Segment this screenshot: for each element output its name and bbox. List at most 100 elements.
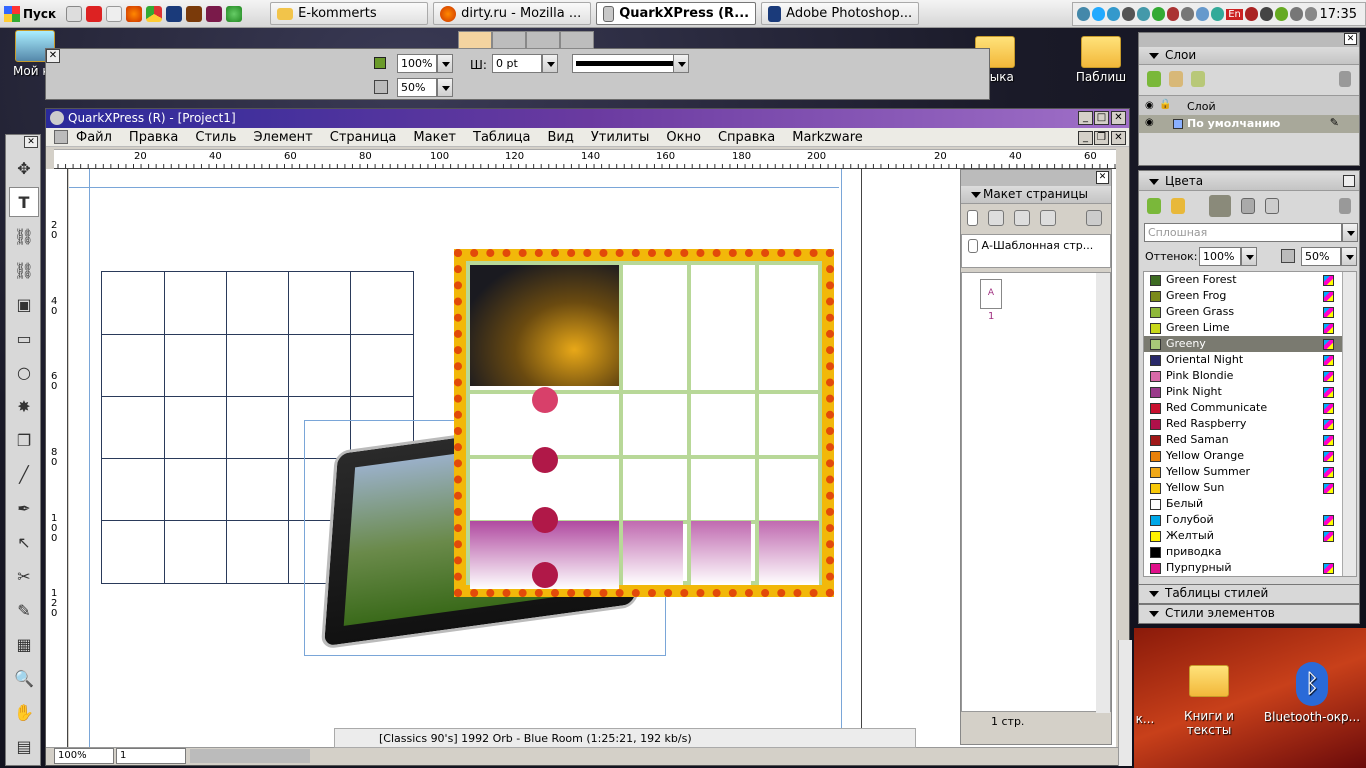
move-item-icon[interactable] bbox=[1169, 71, 1183, 87]
color-row[interactable]: Red Communicate bbox=[1144, 400, 1356, 416]
pencil-icon[interactable]: ✎ bbox=[1330, 116, 1339, 129]
picture-box-tool-icon[interactable]: ▣ bbox=[9, 289, 39, 319]
pencil-tool-icon[interactable]: ✎ bbox=[9, 595, 39, 625]
style-sheets-palette[interactable]: Таблицы стилей bbox=[1138, 584, 1360, 604]
fill-color-icon[interactable] bbox=[374, 57, 386, 69]
color-row[interactable]: Желтый bbox=[1144, 528, 1356, 544]
menu-file[interactable]: Файл bbox=[76, 130, 112, 145]
color-shade-field[interactable]: 100% bbox=[1199, 247, 1241, 266]
master-page-item[interactable]: А-Шаблонная стр... bbox=[961, 234, 1111, 268]
volume-icon[interactable] bbox=[1244, 7, 1258, 21]
oval-tool-icon[interactable]: ○ bbox=[9, 357, 39, 387]
maximize-button[interactable]: □ bbox=[1094, 111, 1109, 125]
color-row[interactable]: Oriental Night bbox=[1144, 352, 1356, 368]
opacity-dropdown[interactable] bbox=[437, 78, 453, 97]
tab-frame[interactable] bbox=[492, 31, 526, 49]
color-row[interactable]: Пурпурный bbox=[1144, 560, 1356, 576]
zoom-field[interactable]: 100% bbox=[54, 748, 114, 764]
eye-icon[interactable]: ◉ bbox=[1145, 117, 1154, 128]
color-row[interactable]: приводка bbox=[1144, 544, 1356, 560]
color-row[interactable]: Green Grass bbox=[1144, 304, 1356, 320]
shade-field[interactable]: 100% bbox=[397, 54, 437, 73]
skype-icon[interactable] bbox=[1091, 7, 1105, 21]
menu-table[interactable]: Таблица bbox=[473, 130, 531, 145]
pen-tool-icon[interactable]: ✒ bbox=[9, 493, 39, 523]
master-page-icon[interactable] bbox=[988, 210, 1004, 226]
color-row[interactable]: Green Lime bbox=[1144, 320, 1356, 336]
power-icon[interactable] bbox=[1259, 7, 1273, 21]
firefox-icon[interactable] bbox=[126, 5, 143, 22]
page-thumbnails[interactable]: A 1 bbox=[961, 272, 1111, 713]
width-dropdown[interactable] bbox=[542, 54, 558, 73]
vertical-ruler[interactable]: 2 0 4 0 6 0 8 0 1 0 0 1 2 0 bbox=[46, 169, 68, 749]
minimize-button[interactable]: _ bbox=[1078, 111, 1093, 125]
task-firefox[interactable]: dirty.ru - Mozilla ... bbox=[433, 2, 592, 25]
start-button[interactable]: Пуск bbox=[0, 1, 60, 27]
utility-icon[interactable] bbox=[1121, 7, 1135, 21]
starburst-tool-icon[interactable]: ✸ bbox=[9, 391, 39, 421]
wifi-icon[interactable] bbox=[1289, 7, 1303, 21]
content-tool-icon[interactable]: T bbox=[9, 187, 39, 217]
vertical-scrollbar[interactable] bbox=[1118, 640, 1132, 766]
delete-layer-icon[interactable] bbox=[1339, 71, 1351, 87]
color-row[interactable]: Red Saman bbox=[1144, 432, 1356, 448]
add-layer-icon[interactable] bbox=[1147, 71, 1161, 87]
globe-icon[interactable] bbox=[226, 5, 243, 22]
color-row[interactable]: Greeny bbox=[1144, 336, 1356, 352]
color-row[interactable]: Green Forest bbox=[1144, 272, 1356, 288]
composition-tool-icon[interactable]: ❐ bbox=[9, 425, 39, 455]
unlink-tool-icon[interactable]: ⛓ bbox=[9, 255, 39, 285]
menu-style[interactable]: Стиль bbox=[195, 130, 236, 145]
clock-icon[interactable] bbox=[1181, 7, 1195, 21]
delete-icon[interactable] bbox=[1086, 210, 1102, 226]
doc-close-button[interactable]: ✕ bbox=[1111, 131, 1126, 145]
width-field[interactable]: 0 pt bbox=[492, 54, 542, 73]
add-color-icon[interactable] bbox=[1147, 198, 1161, 214]
color-row[interactable]: Белый bbox=[1144, 496, 1356, 512]
pan-tool-icon[interactable]: ✋ bbox=[9, 697, 39, 727]
item-styles-palette[interactable]: Стили элементов bbox=[1138, 604, 1360, 624]
color-list-scrollbar[interactable] bbox=[1342, 272, 1356, 576]
color-row[interactable]: Yellow Summer bbox=[1144, 464, 1356, 480]
menu-view[interactable]: Вид bbox=[548, 130, 574, 145]
close-icon[interactable]: ✕ bbox=[46, 49, 60, 63]
document-canvas[interactable]: ✕ Макет страницы А-Шаблонная стр... A 1 … bbox=[69, 169, 1116, 747]
screen-mode-icon[interactable]: ▤ bbox=[9, 731, 39, 761]
close-icon[interactable]: ✕ bbox=[1096, 171, 1109, 184]
sync-icon[interactable] bbox=[1196, 7, 1210, 21]
task-photoshop[interactable]: Adobe Photoshop... bbox=[761, 2, 920, 25]
task-quarkxpress[interactable]: QuarkXPress (R... bbox=[596, 2, 757, 25]
menu-markzware[interactable]: Markzware bbox=[792, 130, 863, 145]
line-style-field[interactable] bbox=[572, 54, 680, 73]
fill-type-dropdown[interactable] bbox=[1342, 223, 1358, 242]
menu-item[interactable]: Элемент bbox=[253, 130, 312, 145]
close-icon[interactable]: ✕ bbox=[1344, 33, 1357, 45]
palette-menu-icon[interactable] bbox=[1343, 175, 1355, 187]
scrollbar[interactable] bbox=[1096, 273, 1110, 713]
clock[interactable]: 17:35 bbox=[1320, 7, 1357, 22]
photoshop-icon[interactable] bbox=[166, 5, 183, 22]
line-tool-icon[interactable]: ╱ bbox=[9, 459, 39, 489]
chrome-icon[interactable] bbox=[146, 5, 163, 22]
nvidia-icon[interactable] bbox=[1274, 7, 1288, 21]
tab-runaround[interactable] bbox=[526, 31, 560, 49]
color-row[interactable]: Yellow Orange bbox=[1144, 448, 1356, 464]
color-opacity-dropdown[interactable] bbox=[1341, 247, 1357, 266]
palette-header[interactable]: Таблицы стилей bbox=[1139, 585, 1359, 603]
menu-utilities[interactable]: Утилиты bbox=[591, 130, 650, 145]
menu-page[interactable]: Страница bbox=[330, 130, 397, 145]
color-row[interactable]: Yellow Sun bbox=[1144, 480, 1356, 496]
color-row[interactable]: Green Frog bbox=[1144, 288, 1356, 304]
menu-help[interactable]: Справка bbox=[718, 130, 775, 145]
frame-color-icon[interactable] bbox=[1241, 198, 1255, 214]
apply-master-icon[interactable] bbox=[1040, 210, 1056, 226]
flash-icon[interactable] bbox=[86, 5, 103, 22]
select-point-tool-icon[interactable]: ↖ bbox=[9, 527, 39, 557]
page-field[interactable]: 1 bbox=[116, 748, 186, 764]
desktop-icon-partial[interactable]: к... bbox=[1130, 665, 1160, 726]
desktop-icon-bluetooth[interactable]: ᛒ Bluetooth-окр... bbox=[1262, 662, 1362, 724]
page-thumbnail[interactable]: A bbox=[980, 279, 1002, 309]
line-color-icon[interactable] bbox=[1209, 195, 1231, 217]
opacity-field[interactable]: 50% bbox=[397, 78, 437, 97]
task-e-kommerts[interactable]: E-kommerts bbox=[270, 2, 429, 25]
